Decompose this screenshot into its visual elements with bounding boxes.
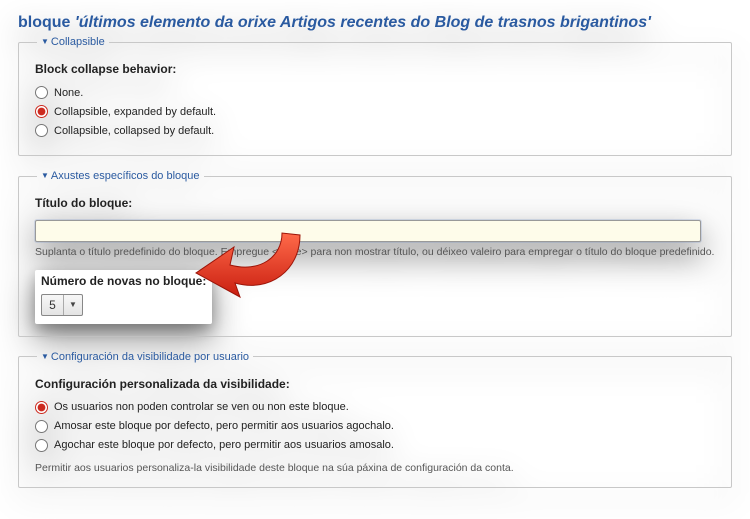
visibility-legend[interactable]: ▼Configuración da visibilidade por usuar… [37, 351, 253, 363]
block-settings-legend[interactable]: ▼Axustes específicos do bloque [37, 170, 204, 182]
collapse-option-collapsed[interactable]: Collapsible, collapsed by default. [35, 124, 715, 137]
chevron-down-icon: ▼ [41, 37, 49, 46]
num-news-wrap: Número de novas no bloque: 5 ▼ [35, 270, 212, 324]
title-prefix: bloque [18, 14, 75, 31]
visibility-option-nocontrol-label: Os usuarios non poden controlar se ven o… [54, 401, 349, 413]
visibility-option-hidden[interactable]: Agochar este bloque por defecto, pero pe… [35, 439, 715, 452]
collapsible-fieldset: ▼Collapsible Block collapse behavior: No… [18, 36, 732, 156]
title-quoted: 'últimos elemento da orixe Artigos recen… [75, 14, 651, 31]
page-title: bloque 'últimos elemento da orixe Artigo… [18, 14, 732, 32]
collapse-radio-expanded[interactable] [35, 105, 48, 118]
collapse-option-expanded[interactable]: Collapsible, expanded by default. [35, 105, 715, 118]
collapse-behavior-label: Block collapse behavior: [35, 62, 715, 76]
chevron-down-icon: ▼ [41, 352, 49, 361]
chevron-down-icon: ▼ [41, 171, 49, 180]
block-settings-legend-text: Axustes específicos do bloque [51, 170, 200, 182]
block-title-input[interactable] [35, 220, 701, 242]
collapse-option-expanded-label: Collapsible, expanded by default. [54, 106, 216, 118]
collapse-option-none-label: None. [54, 87, 83, 99]
block-settings-fieldset: ▼Axustes específicos do bloque Título do… [18, 170, 732, 337]
block-title-label: Título do bloque: [35, 196, 715, 210]
collapse-option-collapsed-label: Collapsible, collapsed by default. [54, 125, 214, 137]
num-news-select[interactable]: 5 ▼ [41, 294, 83, 316]
collapse-radio-collapsed[interactable] [35, 124, 48, 137]
visibility-option-shown-label: Amosar este bloque por defecto, pero per… [54, 420, 394, 432]
block-title-help: Suplanta o título predefinido do bloque.… [35, 246, 715, 260]
visibility-option-nocontrol[interactable]: Os usuarios non poden controlar se ven o… [35, 401, 715, 414]
visibility-radio-shown[interactable] [35, 420, 48, 433]
collapse-radio-none[interactable] [35, 86, 48, 99]
visibility-legend-text: Configuración da visibilidade por usuari… [51, 351, 249, 363]
collapsible-legend[interactable]: ▼Collapsible [37, 36, 109, 48]
visibility-fieldset: ▼Configuración da visibilidade por usuar… [18, 351, 732, 489]
visibility-option-hidden-label: Agochar este bloque por defecto, pero pe… [54, 439, 394, 451]
chevron-down-icon: ▼ [64, 295, 82, 315]
visibility-radio-hidden[interactable] [35, 439, 48, 452]
visibility-label: Configuración personalizada da visibilid… [35, 377, 715, 391]
visibility-help: Permitir aos usuarios personaliza-la vis… [35, 462, 715, 476]
collapse-option-none[interactable]: None. [35, 86, 715, 99]
collapsible-legend-text: Collapsible [51, 36, 105, 48]
visibility-option-shown[interactable]: Amosar este bloque por defecto, pero per… [35, 420, 715, 433]
num-news-label: Número de novas no bloque: [41, 274, 206, 288]
num-news-value: 5 [42, 295, 64, 315]
visibility-radio-nocontrol[interactable] [35, 401, 48, 414]
